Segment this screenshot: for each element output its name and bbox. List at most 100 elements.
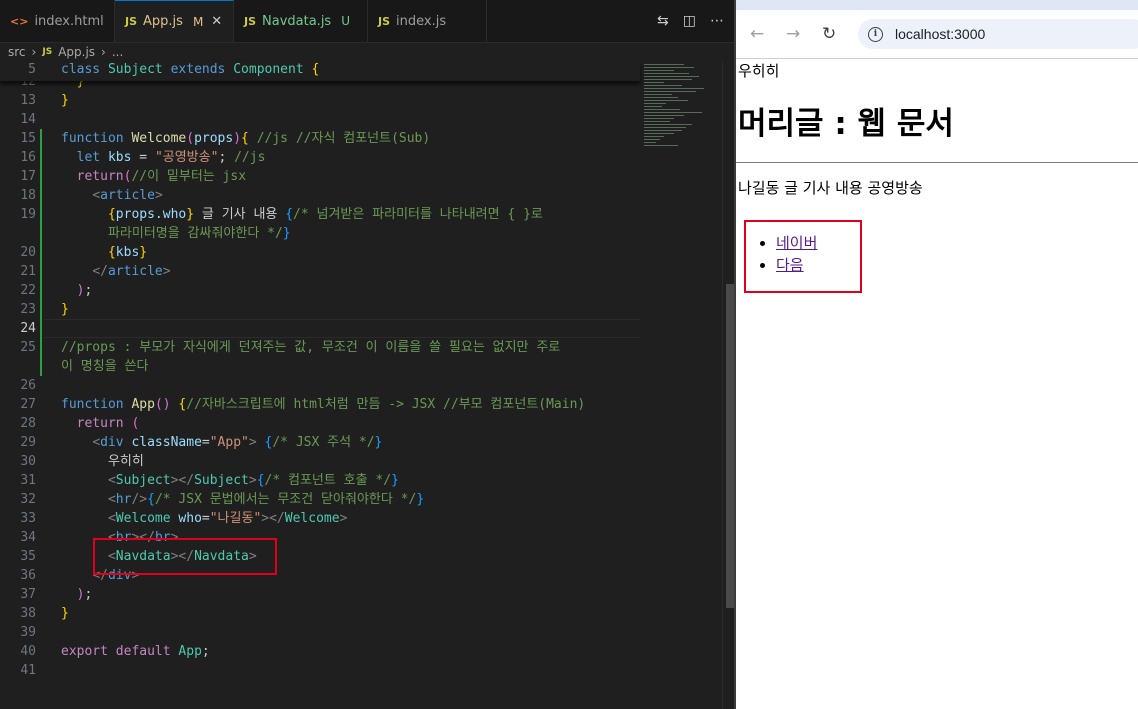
code-line-row[interactable]: 41: [0, 661, 640, 680]
minimap-line: [644, 133, 674, 134]
line-number: 20: [20, 245, 36, 260]
breadcrumb-symbol[interactable]: ...: [112, 45, 123, 59]
minimap-line: [644, 145, 678, 146]
js-file-icon: JS: [244, 14, 257, 28]
untracked-badge: U: [341, 14, 350, 28]
code-line-row[interactable]: 28 return (: [0, 414, 640, 433]
page-heading: 머리글 : 웹 문서: [738, 106, 954, 142]
code-line: export default App;: [61, 644, 210, 659]
compare-changes-icon[interactable]: ⇆: [657, 13, 669, 29]
code-area[interactable]: 5 class Subject extends Component { 12 }…: [0, 62, 734, 709]
code-line-row[interactable]: 23}: [0, 300, 640, 319]
code-line: }: [61, 93, 69, 108]
minimap-line: [644, 127, 686, 128]
code-editor-window: <> index.html JS App.js M ✕ JS Navdata.j…: [0, 0, 734, 709]
code-line-row[interactable]: 29 <div className="App"> {/* JSX 주석 */}: [0, 433, 640, 452]
code-line-row[interactable]: 18 <article>: [0, 186, 640, 205]
code-line: return (: [76, 416, 140, 431]
minimap-line: [644, 67, 694, 68]
line-number: 5: [28, 62, 36, 77]
reload-icon[interactable]: ↻: [822, 24, 836, 44]
line-number: 34: [20, 530, 36, 545]
editor-actions: ⇆ ◫ ⋯: [657, 0, 724, 42]
code-line-row[interactable]: 13}: [0, 91, 640, 110]
browser-window: ← → ↻ i localhost:3000 우히히 머리글 : 웹 문서 나길…: [734, 0, 1138, 709]
more-actions-icon[interactable]: ⋯: [710, 13, 724, 29]
tab-index-html[interactable]: <> index.html: [0, 0, 115, 42]
breadcrumb-file[interactable]: App.js: [58, 45, 95, 59]
site-info-icon[interactable]: i: [868, 26, 883, 42]
line-number: 28: [20, 416, 36, 431]
close-icon[interactable]: ✕: [211, 14, 222, 29]
line-number: 18: [20, 188, 36, 203]
code-line-row[interactable]: 24: [0, 319, 640, 338]
js-file-icon: JS: [378, 14, 391, 28]
code-line-row[interactable]: 37 );: [0, 585, 640, 604]
code-line: {props.who} 글 기사 내용 {/* 넘겨받은 파라미터를 나타내려면…: [107, 207, 543, 222]
code-line: <div className="App"> {/* JSX 주석 */}: [92, 435, 383, 450]
tab-navdata-js[interactable]: JS Navdata.js U: [234, 0, 368, 42]
code-line-row[interactable]: 25 //props : 부모가 자식에게 던져주는 값, 무조건 이 이름을 쓸…: [0, 338, 640, 357]
forward-arrow-icon[interactable]: →: [786, 24, 800, 44]
code-line: <Subject></Subject>{/* 컴포넌트 호출 */}: [107, 473, 399, 488]
minimap-line: [644, 112, 702, 113]
code-line-row[interactable]: 파라미터명을 감싸줘야한다 */}: [0, 224, 640, 243]
code-line-row[interactable]: 26: [0, 376, 640, 395]
tab-label: App.js: [143, 14, 183, 29]
code-line: 우히히: [61, 454, 144, 469]
code-line-row[interactable]: 21 </article>: [0, 262, 640, 281]
annotation-highlight-box: [93, 538, 277, 575]
minimap-line: [644, 121, 670, 122]
browser-tab-strip: [736, 0, 1138, 10]
code-line-row[interactable]: 39: [0, 623, 640, 642]
code-line-row[interactable]: 27 function App() {//자바스크립트에 html처럼 만듬 ->…: [0, 395, 640, 414]
minimap-line: [644, 73, 689, 74]
code-line-row[interactable]: 20 {kbs}: [0, 243, 640, 262]
address-bar[interactable]: i localhost:3000: [858, 19, 1138, 49]
scrollbar-thumb[interactable]: [726, 284, 734, 608]
minimap-line: [644, 88, 704, 89]
sticky-scroll-line[interactable]: 5 class Subject extends Component {: [0, 62, 640, 81]
code-line: function App() {//자바스크립트에 html처럼 만듬 -> J…: [61, 397, 586, 412]
minimap[interactable]: [640, 62, 720, 709]
line-number: 32: [20, 492, 36, 507]
code-line-row[interactable]: 14: [0, 110, 640, 129]
minimap-line: [644, 70, 674, 71]
code-line-row[interactable]: 38}: [0, 604, 640, 623]
code-line-row[interactable]: 22 );: [0, 281, 640, 300]
url-text[interactable]: localhost:3000: [895, 26, 985, 42]
breadcrumb: src › JS App.js › ...: [0, 42, 734, 62]
code-line-row[interactable]: 40 export default App;: [0, 642, 640, 661]
line-number: 19: [20, 207, 36, 222]
line-number: 23: [20, 302, 36, 317]
html-file-icon: <>: [10, 14, 29, 28]
code-line-row[interactable]: 17 return(//이 밑부터는 jsx: [0, 167, 640, 186]
code-line-row[interactable]: 31 <Subject></Subject>{/* 컴포넌트 호출 */}: [0, 471, 640, 490]
code-line-row[interactable]: 19 {props.who} 글 기사 내용 {/* 넘겨받은 파라미터를 나타…: [0, 205, 640, 224]
split-editor-icon[interactable]: ◫: [683, 13, 696, 29]
page-text: 우히히: [738, 62, 780, 80]
breadcrumb-folder[interactable]: src: [8, 45, 26, 59]
code-line-row[interactable]: 30 우히히: [0, 452, 640, 471]
tab-app-js[interactable]: JS App.js M ✕: [115, 0, 234, 42]
tab-index-js[interactable]: JS index.js: [368, 0, 487, 42]
editor-scrollbar[interactable]: [722, 62, 734, 709]
code-line-row[interactable]: 32 <hr/>{/* JSX 문법에서는 무조건 닫아줘야한다 */}: [0, 490, 640, 509]
code-line: </article>: [92, 264, 171, 279]
line-number: 24: [20, 321, 36, 336]
code-line: 파라미터명을 감싸줘야한다 */}: [61, 226, 291, 241]
minimap-line: [644, 115, 684, 116]
minimap-line: [644, 94, 672, 95]
git-change-marker: [40, 338, 42, 376]
line-number: 36: [20, 568, 36, 583]
code-line-row[interactable]: 33 <Welcome who="나길동"></Welcome>: [0, 509, 640, 528]
line-number: 39: [20, 625, 36, 640]
code-line-row[interactable]: 16 let kbs = "공영방송"; //js: [0, 148, 640, 167]
code-line-row[interactable]: 이 명칭을 쓴다: [0, 357, 640, 376]
chevron-right-icon: ›: [31, 45, 37, 59]
line-number: 14: [20, 112, 36, 127]
line-number: 37: [20, 587, 36, 602]
js-file-icon: JS: [42, 47, 53, 57]
back-arrow-icon[interactable]: ←: [750, 24, 764, 44]
code-line-row[interactable]: 15 function Welcome(props){ //js //자식 컴포넌…: [0, 129, 640, 148]
